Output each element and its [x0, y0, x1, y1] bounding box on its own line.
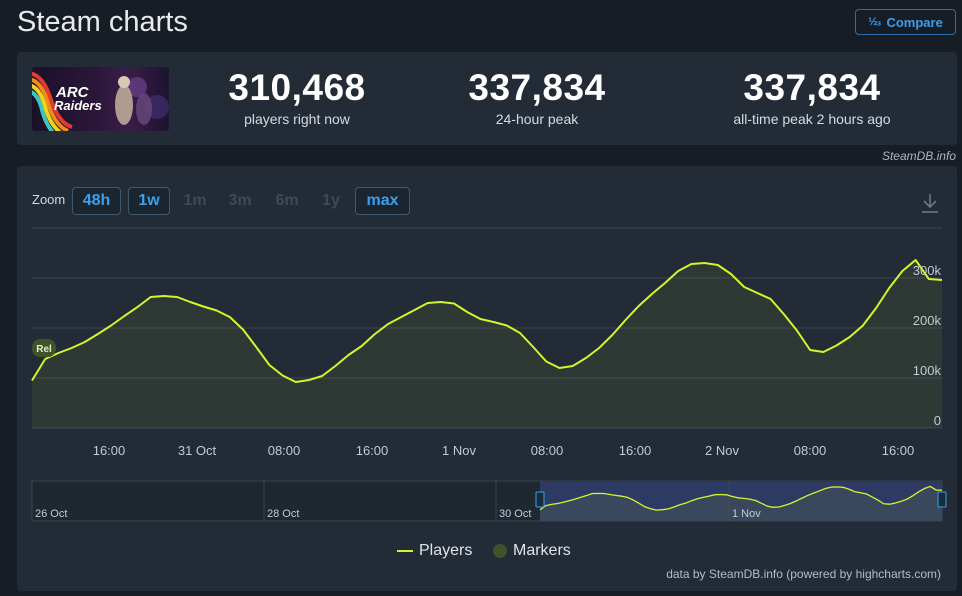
chart-panel: Zoom 48h 1w 1m 3m 6m 1y max 0 100k 200k 300…: [17, 166, 957, 591]
game-art: ARC Raiders: [32, 71, 169, 131]
x-tick-label: 31 Oct: [178, 443, 217, 458]
peak24-value: 337,834: [468, 67, 606, 108]
stats-panel: ARC Raiders 310,468 players right now 33…: [17, 52, 957, 145]
zoom-1m-button[interactable]: 1m: [177, 187, 213, 215]
zoom-1w-label: 1w: [138, 192, 160, 209]
legend-line-icon: [397, 550, 413, 552]
navigator-label: 1 Nov: [732, 508, 761, 520]
x-tick-label: 08:00: [794, 443, 827, 458]
x-tick-label: 16:00: [356, 443, 389, 458]
legend-markers-label: Markers: [513, 542, 571, 559]
fraction-icon: ½₃: [868, 16, 881, 28]
zoom-1w-button[interactable]: 1w: [128, 187, 170, 215]
download-icon[interactable]: [921, 192, 939, 214]
compare-button[interactable]: ½₃ Compare: [855, 9, 956, 35]
legend: Players Markers: [17, 542, 957, 562]
navigator-handle-left[interactable]: [535, 491, 545, 508]
zoom-6m-button[interactable]: 6m: [269, 187, 305, 215]
navigator-label: 30 Oct: [499, 508, 531, 520]
zoom-1y-label: 1y: [322, 192, 340, 209]
x-tick-label: 16:00: [93, 443, 126, 458]
y-tick-label: 200k: [913, 313, 942, 328]
navigator-label: 28 Oct: [267, 508, 299, 520]
stat-alltime-peak: 337,834 all-time peak 2 hours ago: [697, 67, 927, 127]
y-tick-label: 0: [934, 413, 941, 428]
zoom-1y-button[interactable]: 1y: [315, 187, 347, 215]
zoom-max-label: max: [366, 192, 399, 209]
zoom-label: Zoom: [32, 192, 66, 207]
players-chart[interactable]: 0 100k 200k 300k 16:00 31 Oct 08:00 16:00 1 Nov…: [17, 216, 957, 516]
x-tick-label: 08:00: [531, 443, 564, 458]
compare-label: Compare: [886, 14, 943, 30]
stat-players-now: 310,468 players right now: [202, 67, 392, 127]
legend-players[interactable]: Players: [397, 542, 472, 560]
zoom-1m-label: 1m: [183, 192, 207, 209]
legend-players-label: Players: [419, 542, 473, 559]
game-thumbnail[interactable]: ARC Raiders: [32, 67, 169, 131]
navigator[interactable]: 26 Oct 28 Oct 30 Oct 1 Nov: [17, 478, 957, 528]
x-tick-label: 08:00: [268, 443, 301, 458]
x-tick-label: 1 Nov: [442, 443, 476, 458]
players-now-label: players right now: [244, 111, 350, 127]
navigator-label: 26 Oct: [35, 508, 67, 520]
zoom-3m-label: 3m: [228, 192, 252, 209]
alltime-value: 337,834: [743, 67, 881, 108]
zoom-max-button[interactable]: max: [355, 187, 410, 215]
zoom-6m-label: 6m: [275, 192, 299, 209]
zoom-3m-button[interactable]: 3m: [222, 187, 258, 215]
players-now-value: 310,468: [228, 67, 366, 108]
x-tick-label: 16:00: [882, 443, 915, 458]
rel-marker-label: Rel: [36, 344, 52, 355]
x-tick-label: 2 Nov: [705, 443, 739, 458]
alltime-label: all-time peak 2 hours ago: [733, 111, 891, 127]
legend-dot-icon: [493, 544, 507, 558]
steamdb-credit[interactable]: SteamDB.info: [882, 149, 956, 163]
zoom-48h-label: 48h: [82, 192, 111, 209]
x-axis-labels: 16:00 31 Oct 08:00 16:00 1 Nov 08:00 16:00 2 No…: [93, 443, 915, 458]
highcharts-credit[interactable]: data by SteamDB.info (powered by highcha…: [666, 567, 941, 581]
navigator-handle-right[interactable]: [937, 491, 947, 508]
legend-markers[interactable]: Markers: [493, 542, 571, 560]
x-tick-label: 16:00: [619, 443, 652, 458]
zoom-48h-button[interactable]: 48h: [72, 187, 121, 215]
peak24-label: 24-hour peak: [495, 111, 579, 127]
y-tick-label: 100k: [913, 363, 942, 378]
page-title: Steam charts: [17, 6, 188, 38]
y-tick-label: 300k: [913, 263, 942, 278]
release-marker[interactable]: Rel: [32, 339, 56, 357]
stat-24h-peak: 337,834 24-hour peak: [442, 67, 632, 127]
thumb-text-2: Raiders: [54, 98, 102, 113]
